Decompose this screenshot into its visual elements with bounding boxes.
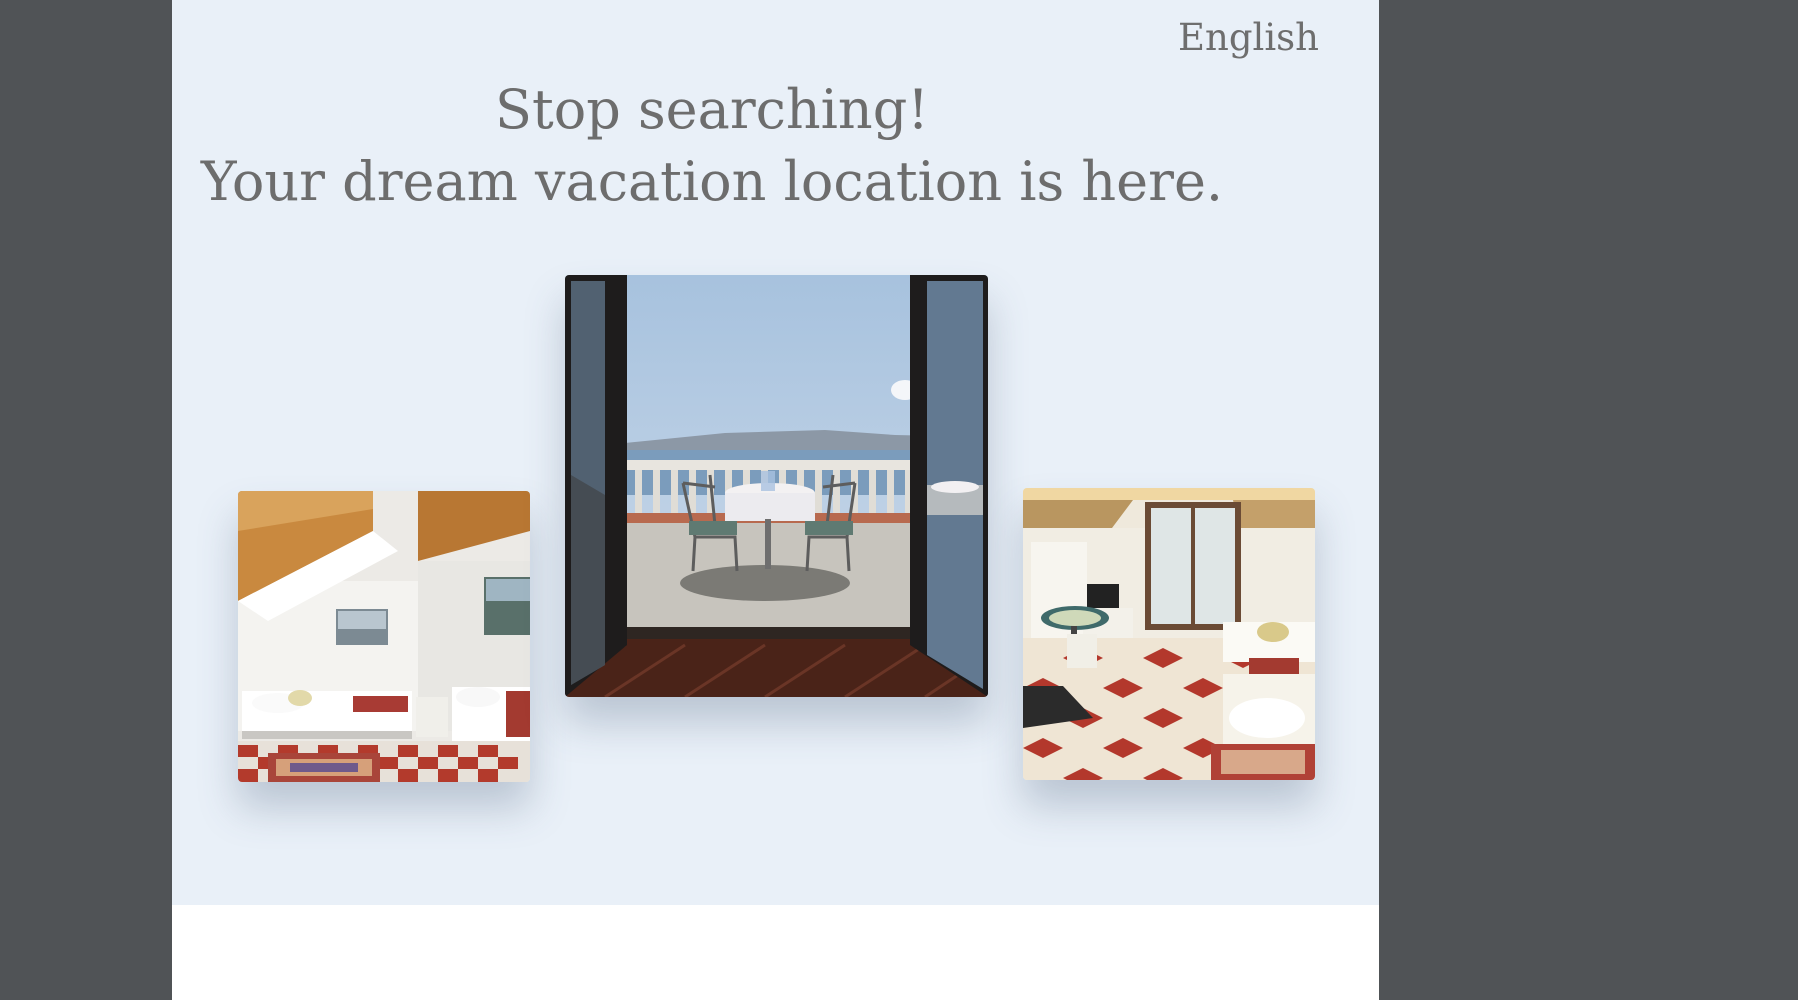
language-selector[interactable]: English — [1178, 16, 1319, 59]
sea-view-balcony-image — [565, 275, 988, 697]
hero-headline: Stop searching! Your dream vacation loca… — [172, 74, 1252, 218]
gallery-photo-balcony[interactable] — [565, 275, 988, 697]
headline-line-1: Stop searching! — [495, 78, 929, 141]
hero-section: English Stop searching! Your dream vacat… — [172, 0, 1379, 905]
gallery-photo-living-room[interactable] — [1023, 488, 1315, 780]
attic-bedroom-image — [238, 491, 530, 782]
headline-line-2: Your dream vacation location is here. — [200, 150, 1224, 213]
gallery-photo-bedroom[interactable] — [238, 491, 530, 782]
studio-room-image — [1023, 488, 1315, 780]
page-container: English Stop searching! Your dream vacat… — [172, 0, 1379, 1000]
